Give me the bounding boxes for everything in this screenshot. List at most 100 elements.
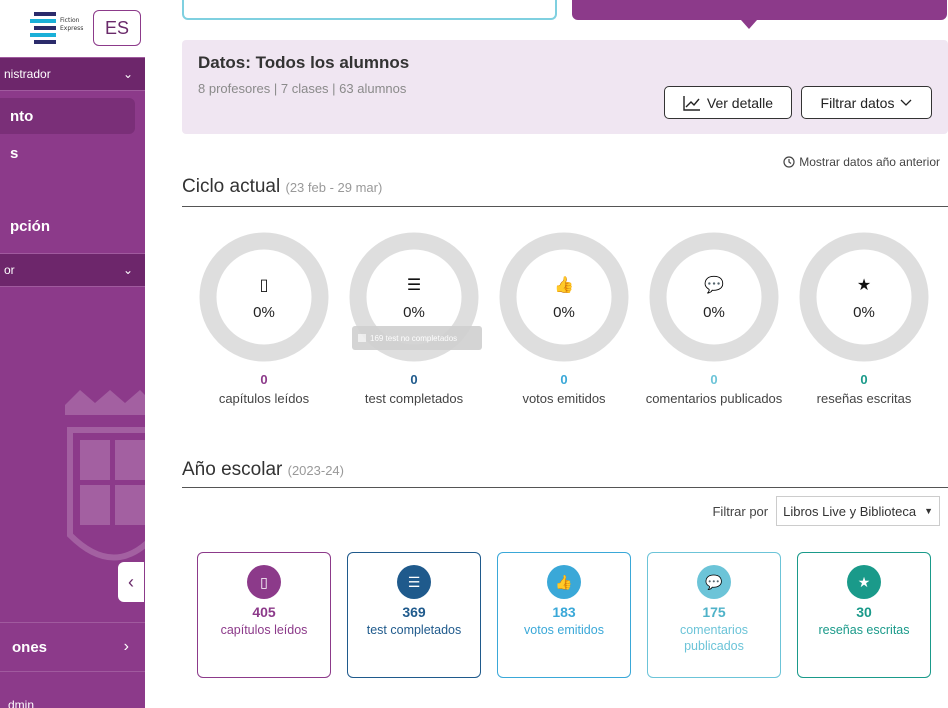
sidebar-item-alumnos[interactable]: s (0, 145, 18, 162)
thumbs-up-icon: 👍 (554, 277, 574, 294)
tablet-icon: ▯ (259, 277, 269, 294)
donut-reviews-written: ★ 0% (799, 232, 929, 362)
sidebar-item-configuraciones[interactable]: ones › (0, 622, 145, 672)
sidebar-item-label: nto (10, 107, 34, 125)
stat-label: reseñas escritas (816, 391, 912, 406)
list-icon: ☰ (397, 565, 431, 599)
sidebar: Fiction Express ES nistrador ⌄ nto s pci… (0, 0, 145, 708)
current-cycle-label: Ciclo actual (182, 176, 281, 197)
card-value: 405 (252, 604, 276, 620)
card-reviews-written[interactable]: ★ 30 reseñas escritas (797, 552, 931, 678)
secondary-dropdown-label: or (4, 263, 15, 277)
stat-label: test completados (364, 391, 464, 406)
fiction-express-logo: Fiction Express (30, 12, 83, 44)
tooltip-text: 169 test no completados (370, 333, 458, 343)
stat-reviews-written: 0 reseñas escritas (784, 372, 944, 406)
card-label: capítulos leídos (220, 623, 308, 637)
stat-value: 0 (410, 372, 418, 387)
card-value: 30 (856, 604, 872, 620)
card-label: comentarios publicados (679, 623, 749, 653)
current-cycle-title: Ciclo actual (23 feb - 29 mar) (182, 176, 382, 198)
svg-text:Express: Express (60, 25, 83, 32)
card-label: test completados (366, 623, 462, 637)
chevron-down-icon: ⌄ (122, 263, 133, 277)
sidebar-item-label: pción (10, 218, 50, 235)
stat-value: 0 (710, 372, 718, 387)
donut-percent: 0% (553, 304, 575, 321)
chevron-down-icon: ⌄ (122, 67, 133, 81)
filter-data-label: Filtrar datos (820, 94, 895, 111)
view-detail-label: Ver detalle (706, 94, 774, 111)
main-content: Datos: Todos los alumnos 8 profesores | … (145, 0, 948, 708)
tab-left[interactable] (182, 0, 557, 20)
admin-user-label: dmin (8, 698, 35, 708)
chevron-left-icon: ‹ (128, 571, 134, 592)
filter-row: Filtrar por Libros Live y Biblioteca ▼ (712, 496, 940, 526)
comments-icon: 💬 (697, 565, 731, 599)
sidebar-item-suscripcion[interactable]: pción (0, 218, 50, 235)
card-comments-published[interactable]: 💬 175 comentarios publicados (647, 552, 781, 678)
donut-ring (499, 232, 629, 362)
donut-tooltip: 169 test no completados (352, 326, 482, 350)
donut-ring (799, 232, 929, 362)
filter-by-label: Filtrar por (712, 503, 769, 519)
donut-chapters-read: ▯ 0% (199, 232, 329, 362)
card-value: 183 (552, 604, 576, 620)
filter-by-select[interactable]: Libros Live y Biblioteca ▼ (776, 496, 940, 526)
line-chart-icon (683, 95, 700, 111)
card-label: votos emitidos (524, 623, 604, 637)
show-previous-year-label: Mostrar datos año anterior (799, 155, 940, 169)
donut-percent: 0% (403, 304, 425, 321)
card-chapters-read[interactable]: ▯ 405 capítulos leídos (197, 552, 331, 678)
section-divider (182, 206, 948, 207)
filter-data-button[interactable]: Filtrar datos (801, 86, 932, 119)
role-dropdown[interactable]: nistrador ⌄ (0, 57, 145, 91)
comments-icon: 💬 (704, 277, 724, 294)
stat-comments-published: 0 comentarios publicados (634, 372, 794, 406)
card-label: reseñas escritas (818, 623, 910, 637)
stat-chapters-read: 0 capítulos leídos (184, 372, 344, 406)
stat-label: votos emitidos (522, 391, 606, 406)
list-icon: ☰ (406, 277, 422, 294)
donut-percent: 0% (253, 304, 275, 321)
stat-label: capítulos leídos (218, 391, 310, 406)
card-value: 175 (702, 604, 726, 620)
sidebar-item-label: s (10, 145, 19, 162)
star-review-icon: ★ (847, 565, 881, 599)
svg-text:Fiction: Fiction (60, 17, 80, 24)
school-year-label: Año escolar (182, 459, 283, 480)
data-summary-subtitle: 8 profesores | 7 clases | 63 alumnos (198, 81, 407, 96)
sidebar-item-seguimiento[interactable]: nto (0, 98, 135, 134)
stat-value: 0 (260, 372, 268, 387)
view-detail-button[interactable]: Ver detalle (664, 86, 792, 119)
caret-down-icon: ▼ (924, 506, 933, 516)
tab-right-active[interactable] (572, 0, 947, 29)
filter-by-value: Libros Live y Biblioteca (783, 503, 917, 519)
active-tab-notch (741, 20, 757, 29)
star-review-icon: ★ (856, 277, 872, 294)
card-tests-completed[interactable]: ☰ 369 test completados (347, 552, 481, 678)
donut-comments-published: 💬 0% (649, 232, 779, 362)
language-button[interactable]: ES (93, 10, 141, 46)
donut-ring (199, 232, 329, 362)
show-previous-year-link[interactable]: Mostrar datos año anterior (783, 155, 940, 169)
chevron-right-icon: › (123, 638, 129, 655)
chevron-down-icon (900, 99, 912, 106)
coat-of-arms-watermark (65, 390, 145, 561)
school-year-range: (2023-24) (287, 463, 344, 478)
stat-votes-cast: 0 votos emitidos (484, 372, 644, 406)
tablet-icon: ▯ (247, 565, 281, 599)
role-dropdown-label: nistrador (4, 67, 51, 81)
section-divider (182, 487, 948, 488)
stat-value: 0 (860, 372, 868, 387)
clock-icon (783, 156, 795, 168)
sidebar-header: Fiction Express ES (0, 0, 145, 57)
current-cycle-range: (23 feb - 29 mar) (285, 180, 383, 195)
stat-value: 0 (560, 372, 568, 387)
donut-percent: 0% (853, 304, 875, 321)
tooltip-swatch (358, 334, 366, 342)
school-year-title: Año escolar (2023-24) (182, 459, 344, 481)
secondary-dropdown[interactable]: or ⌄ (0, 253, 145, 287)
collapse-sidebar-button[interactable]: ‹ (118, 562, 144, 602)
card-votes-cast[interactable]: 👍 183 votos emitidos (497, 552, 631, 678)
